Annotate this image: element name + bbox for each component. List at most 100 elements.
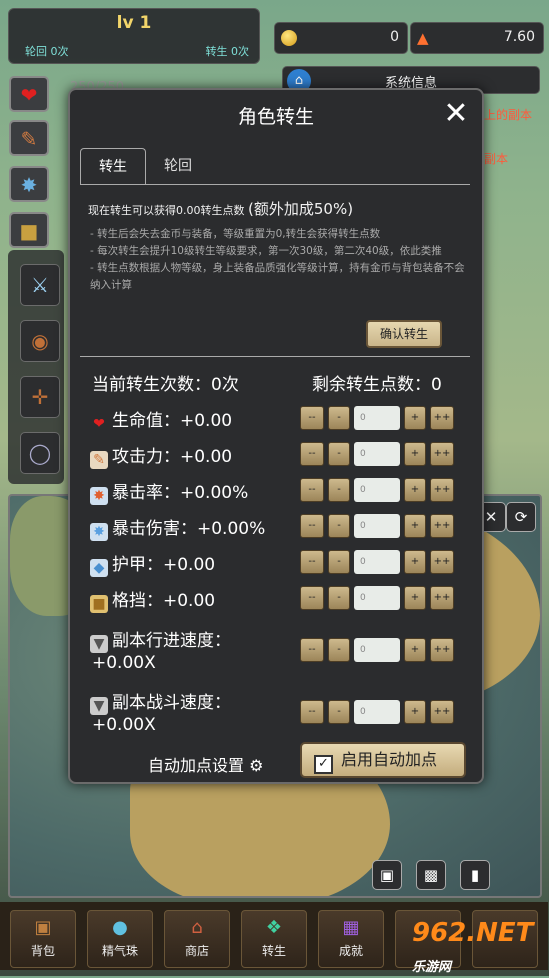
plus-ten-button[interactable]: ++ — [430, 550, 454, 574]
plus-ten-button[interactable]: ++ — [430, 514, 454, 538]
nav-essence[interactable]: ● 精气珠 — [87, 910, 153, 968]
enable-auto-button[interactable]: ✓ 启用自动加点 — [300, 742, 466, 778]
plus-one-button[interactable]: + — [404, 700, 426, 724]
fire-value: 7.60 — [503, 29, 535, 45]
heart-button[interactable]: ❤ — [9, 76, 49, 112]
level-label: lv 1 — [116, 13, 152, 33]
nav-achievement[interactable]: ▦ 成就 — [318, 910, 384, 968]
dungeon-text-2: 副本 — [484, 152, 509, 166]
bookmark-icon[interactable]: ▮ — [460, 860, 490, 890]
plus-one-button[interactable]: + — [404, 586, 426, 610]
nav-shop[interactable]: ⌂ 商店 — [164, 910, 230, 968]
minus-ten-button[interactable]: -- — [300, 550, 324, 574]
plus-ten-button[interactable]: ++ — [430, 638, 454, 662]
minus-one-button[interactable]: - — [328, 406, 350, 430]
plus-ten-button[interactable]: ++ — [430, 442, 454, 466]
rebirth-gain-info: 现在转生可以获得0.00转生点数 (额外加成50%) — [88, 200, 354, 218]
plus-ten-button[interactable]: ++ — [430, 478, 454, 502]
scroll-icon[interactable]: ▣ — [372, 860, 402, 890]
section-divider — [80, 356, 470, 357]
attack-button[interactable]: ✎ — [9, 120, 49, 156]
plus-ten-button[interactable]: ++ — [430, 406, 454, 430]
stat-label: 副本战斗速度： — [112, 693, 231, 713]
nav-bag[interactable]: ▣ 背包 — [10, 910, 76, 968]
stat-stepper: -- -0 + ++ — [300, 478, 456, 502]
rebirth-icon: ❖ — [265, 917, 283, 938]
minus-one-button[interactable]: - — [328, 478, 350, 502]
minus-one-button[interactable]: - — [328, 700, 350, 724]
stat-input[interactable]: 0 — [354, 478, 400, 502]
stat-label: 生命值：+0.00 — [112, 411, 233, 431]
tab-reincarnation[interactable]: 轮回 — [150, 148, 206, 184]
plus-one-button[interactable]: + — [404, 406, 426, 430]
dungeon-text-1: 上的副本 — [484, 108, 533, 122]
minus-ten-button[interactable]: -- — [300, 700, 324, 724]
amulet-slot[interactable]: ✛ — [20, 376, 60, 418]
auto-settings-label[interactable]: 自动加点设置 ⚙ — [148, 752, 263, 776]
tab-divider — [80, 184, 470, 185]
plus-one-button[interactable]: + — [404, 514, 426, 538]
coin-value: 0 — [390, 29, 399, 45]
minus-one-button[interactable]: - — [328, 638, 350, 662]
stat-input[interactable]: 0 — [354, 586, 400, 610]
remaining-points: 剩余转生点数：0 — [312, 375, 442, 395]
plus-one-button[interactable]: + — [404, 478, 426, 502]
minus-ten-button[interactable]: -- — [300, 638, 324, 662]
stat-row: ✸ 暴击率：+0.00% — [90, 478, 248, 505]
nav-rebirth[interactable]: ❖ 转生 — [241, 910, 307, 968]
minus-ten-button[interactable]: -- — [300, 406, 324, 430]
stat-value: +0.00X — [92, 715, 156, 735]
stat-label: 副本行进速度： — [112, 631, 231, 651]
fire-icon: ▲ — [417, 29, 429, 47]
reincarnation-count: 轮回 0次 — [25, 45, 69, 58]
minus-one-button[interactable]: - — [328, 514, 350, 538]
confirm-rebirth-button[interactable]: 确认转生 — [366, 320, 442, 348]
stat-input[interactable]: 0 — [354, 514, 400, 538]
minus-ten-button[interactable]: -- — [300, 514, 324, 538]
stat-label: 暴击伤害：+0.00% — [112, 519, 266, 539]
stat-row: ▼ 副本行进速度： +0.00X — [90, 626, 231, 673]
stat-stepper: -- -0 + ++ — [300, 406, 456, 430]
stat-label: 护甲：+0.00 — [112, 555, 216, 575]
checkbox-icon: ✓ — [314, 755, 333, 774]
crit-damage-icon: ✸ — [90, 523, 108, 541]
stat-input[interactable]: 0 — [354, 550, 400, 574]
tab-rebirth[interactable]: 转生 — [80, 148, 146, 184]
rebirth-count: 转生 0次 — [205, 45, 250, 58]
stat-input[interactable]: 0 — [354, 700, 400, 724]
plus-one-button[interactable]: + — [404, 638, 426, 662]
gear-icon: ⚙ — [249, 756, 264, 775]
stat-stepper: -- -0 + ++ — [300, 586, 456, 610]
coin-counter: 0 — [274, 22, 408, 54]
close-icon[interactable]: ✕ — [442, 99, 470, 130]
crit-button[interactable]: ✸ — [9, 166, 49, 202]
minus-one-button[interactable]: - — [328, 550, 350, 574]
minus-one-button[interactable]: - — [328, 442, 350, 466]
minus-ten-button[interactable]: -- — [300, 478, 324, 502]
sword-slot[interactable]: ⚔ — [20, 264, 60, 306]
stats-icon[interactable]: ▩ — [416, 860, 446, 890]
minus-ten-button[interactable]: -- — [300, 586, 324, 610]
block-icon: ■ — [90, 595, 108, 613]
block-button[interactable]: ■ — [9, 212, 49, 248]
ring-slot[interactable]: ◯ — [20, 432, 60, 474]
stat-stepper: -- -0 + ++ — [300, 638, 456, 662]
stat-input[interactable]: 0 — [354, 442, 400, 466]
stat-row: ✎ 攻击力：+0.00 — [90, 442, 232, 469]
stat-label: 格挡：+0.00 — [112, 591, 216, 611]
minus-one-button[interactable]: - — [328, 586, 350, 610]
stat-stepper: -- -0 + ++ — [300, 514, 456, 538]
watermark: 962.NET 乐游网 — [412, 918, 534, 975]
rebirth-dialog: 角色转生 ✕ 转生 轮回 现在转生可以获得0.00转生点数 (额外加成50%) … — [68, 88, 484, 784]
helmet-slot[interactable]: ◉ — [20, 320, 60, 362]
refresh-icon[interactable]: ⟳ — [506, 502, 536, 532]
plus-one-button[interactable]: + — [404, 550, 426, 574]
boot-icon: ▼ — [90, 697, 108, 715]
plus-one-button[interactable]: + — [404, 442, 426, 466]
stat-input[interactable]: 0 — [354, 406, 400, 430]
level-panel: lv 1 轮回 0次 转生 0次 — [8, 8, 260, 64]
minus-ten-button[interactable]: -- — [300, 442, 324, 466]
plus-ten-button[interactable]: ++ — [430, 586, 454, 610]
plus-ten-button[interactable]: ++ — [430, 700, 454, 724]
stat-input[interactable]: 0 — [354, 638, 400, 662]
